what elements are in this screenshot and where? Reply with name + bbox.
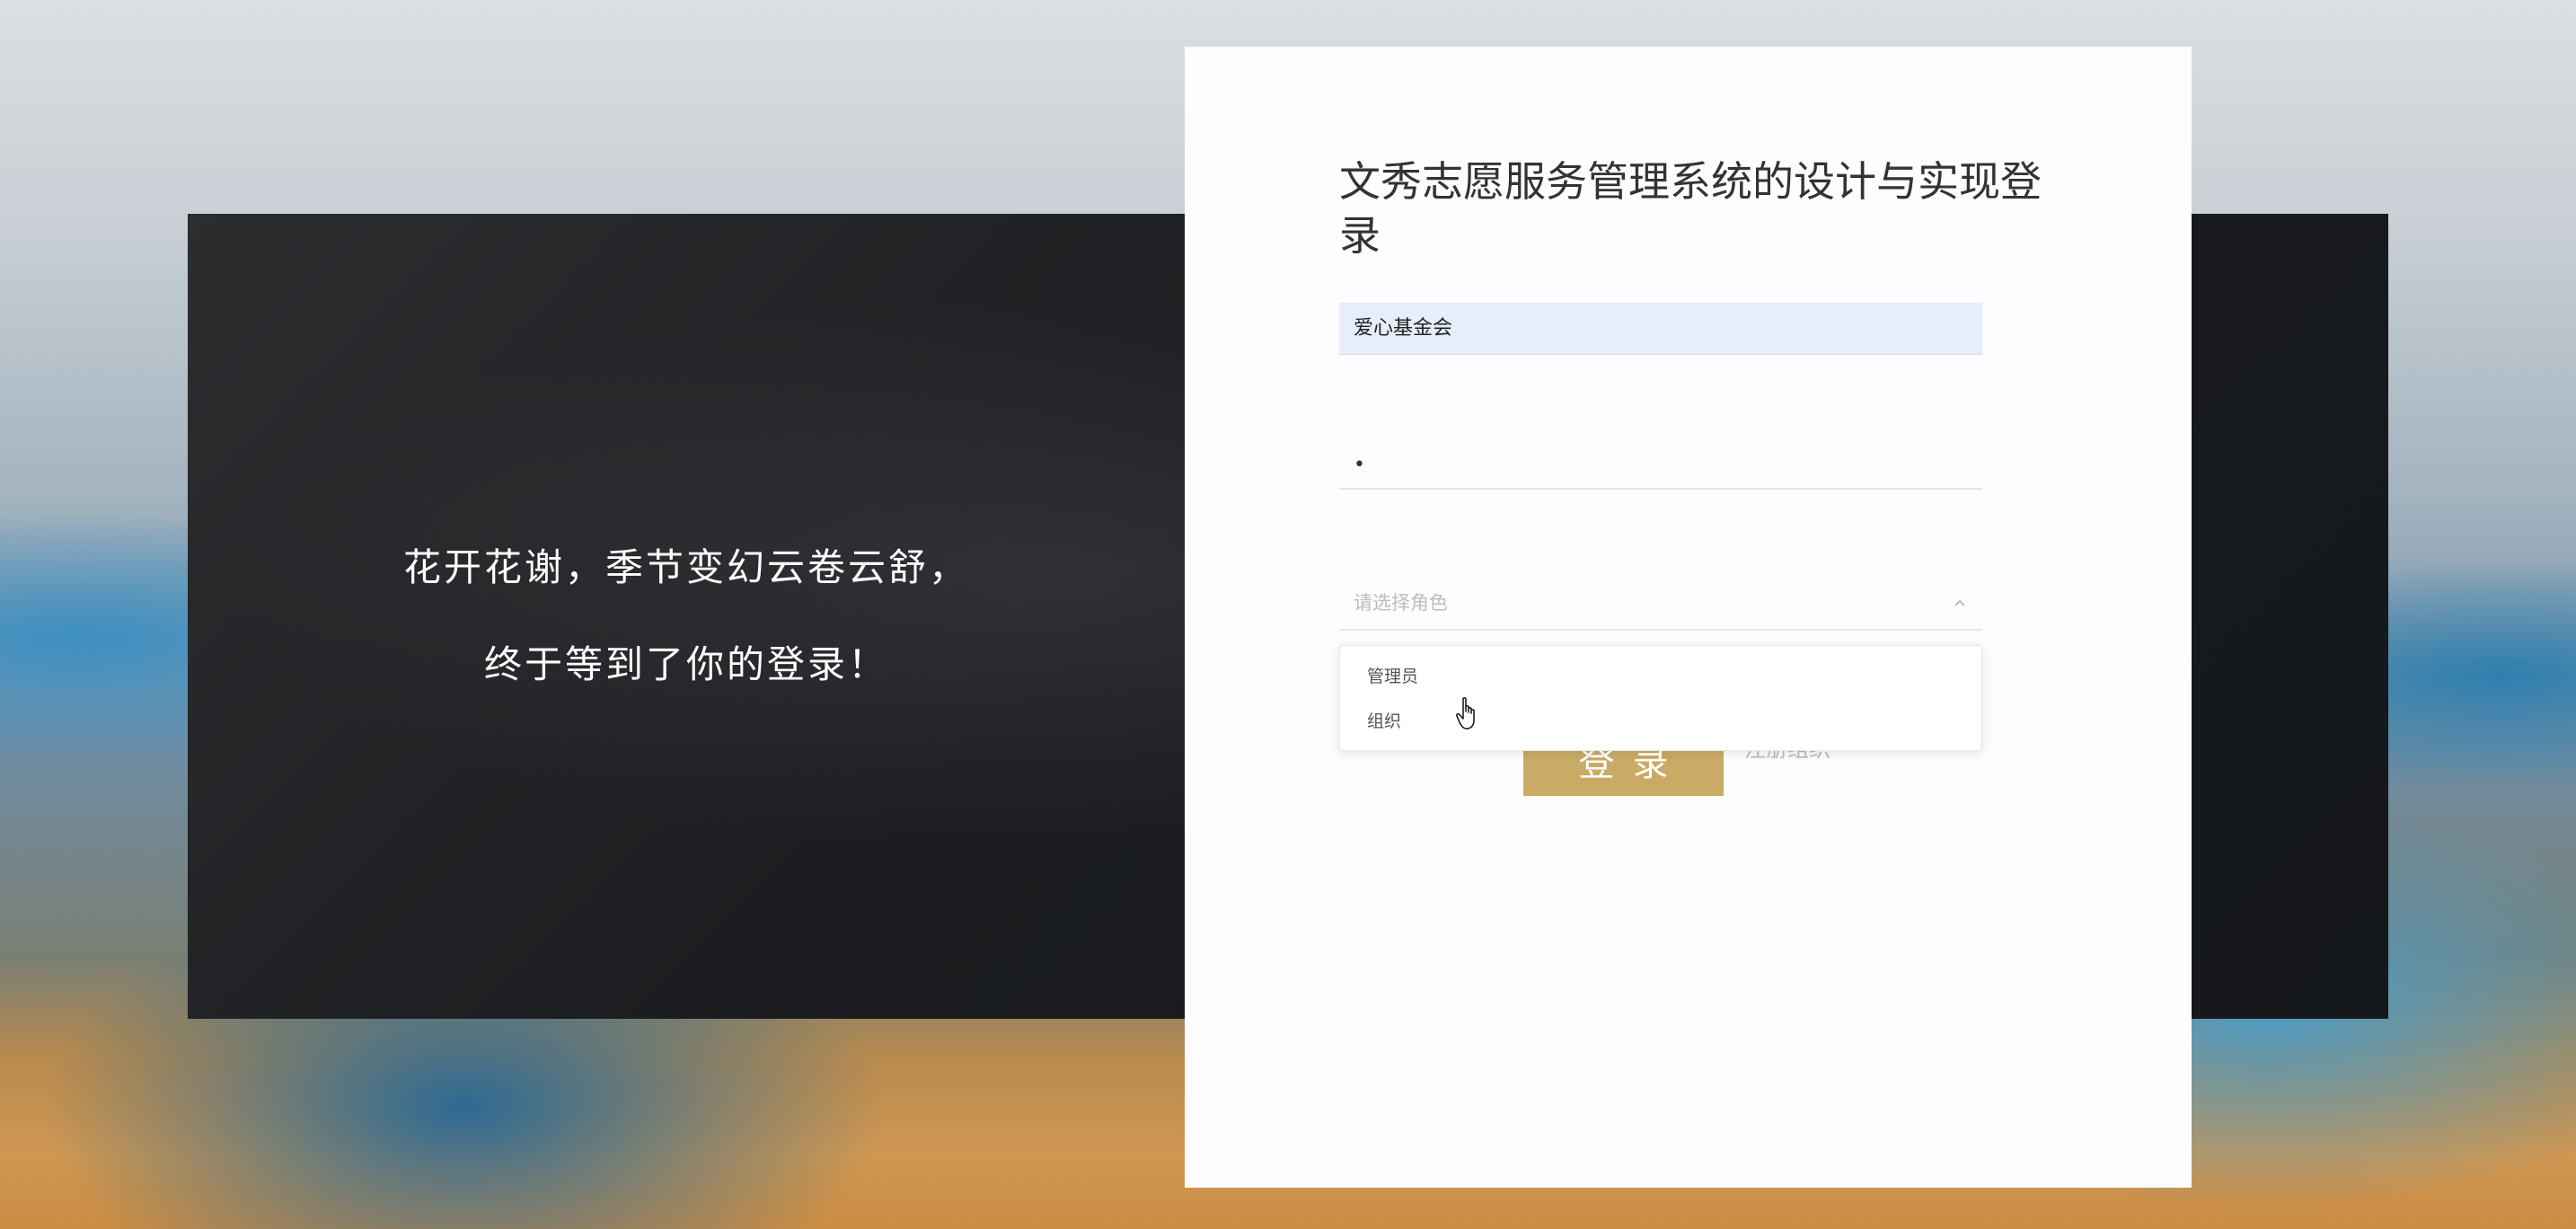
role-option-organization[interactable]: 组织 (1367, 702, 1401, 741)
organization-input[interactable]: 爱心基金会 (1339, 303, 1982, 355)
hand-pointer-icon (1455, 696, 1480, 732)
page-title: 文秀志愿服务管理系统的设计与实现登录 (1339, 157, 2042, 260)
role-dropdown-menu: 管理员 组织 (1339, 645, 1982, 751)
chevron-up-icon[interactable] (1954, 575, 1966, 631)
role-select-placeholder: 请选择角色 (1354, 592, 1448, 614)
role-select[interactable]: 请选择角色 (1339, 575, 1982, 631)
password-input[interactable]: • (1339, 436, 1982, 490)
slogan-line-1: 花开花谢，季节变幻云卷云舒， (402, 545, 969, 589)
role-option-admin[interactable]: 管理员 (1367, 657, 1418, 696)
slogan-line-2: 终于等到了你的登录！ (483, 642, 888, 686)
welcome-slogan: 花开花谢，季节变幻云卷云舒， 终于等到了你的登录！ (188, 214, 1185, 1019)
login-card: 文秀志愿服务管理系统的设计与实现登录 爱心基金会 • 请选择角色 登录 注册组织… (1185, 47, 2192, 1188)
